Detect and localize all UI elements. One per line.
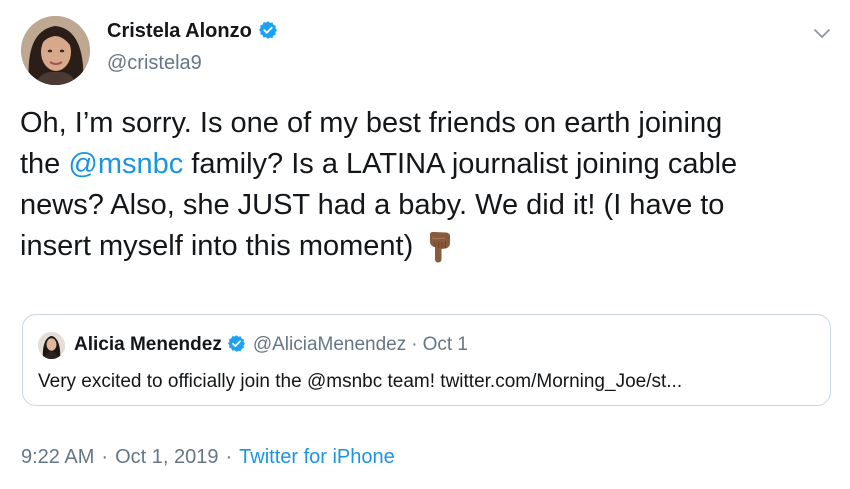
- pointing-down-icon: [430, 231, 451, 263]
- quoted-author-avatar-image: [38, 332, 65, 359]
- tweet-text-line: news? Also, she JUST had a baby. We did …: [20, 189, 725, 221]
- mention-link[interactable]: @msnbc: [68, 148, 183, 180]
- verified-badge-icon: [227, 335, 245, 352]
- author-handle[interactable]: @cristela9: [107, 52, 202, 75]
- tweet-time[interactable]: 9:22 AM: [21, 446, 94, 468]
- author-name[interactable]: Cristela Alonzo: [107, 20, 278, 43]
- tweet-text-line: insert myself into this moment): [20, 226, 830, 267]
- verified-badge-icon: [258, 21, 277, 39]
- author-name-text: Cristela Alonzo: [107, 20, 252, 42]
- tweet-card: Cristela Alonzo @cristela9 Oh, I’m sorry…: [0, 0, 850, 489]
- tweet-metadata: 9:22 AM · Oct 1, 2019 · Twitter for iPhone: [21, 446, 395, 469]
- separator-dot: ·: [101, 446, 109, 468]
- quoted-author-handle[interactable]: @AliciaMenendez: [253, 334, 406, 355]
- quoted-author-avatar[interactable]: [38, 332, 65, 359]
- tweet-text-segment: family? Is a LATINA journalist joining c…: [183, 148, 738, 180]
- tweet-date[interactable]: Oct 1, 2019: [115, 446, 218, 468]
- tweet-text-segment: insert myself into this moment): [20, 230, 414, 262]
- chevron-down-icon[interactable]: [810, 21, 834, 45]
- tweet-text-segment: the: [20, 148, 69, 180]
- author-avatar-image: [21, 16, 90, 85]
- tweet-source-link[interactable]: Twitter for iPhone: [239, 446, 395, 468]
- quoted-tweet-header: Alicia Menendez @AliciaMenendez · Oct 1: [74, 334, 468, 356]
- quoted-tweet-date[interactable]: Oct 1: [423, 334, 468, 355]
- tweet-text: Oh, I’m sorry. Is one of my best friends…: [20, 103, 830, 267]
- separator-dot: ·: [411, 334, 418, 355]
- quoted-tweet[interactable]: Alicia Menendez @AliciaMenendez · Oct 1 Ve…: [22, 314, 831, 406]
- quoted-tweet-text: Very excited to officially join the @msn…: [38, 371, 683, 392]
- author-avatar[interactable]: [21, 16, 90, 85]
- quoted-author-name[interactable]: Alicia Menendez: [74, 334, 222, 355]
- separator-dot: ·: [225, 446, 233, 468]
- tweet-text-line: the @msnbc family? Is a LATINA journalis…: [20, 144, 830, 185]
- tweet-text-line: Oh, I’m sorry. Is one of my best friends…: [20, 107, 723, 139]
